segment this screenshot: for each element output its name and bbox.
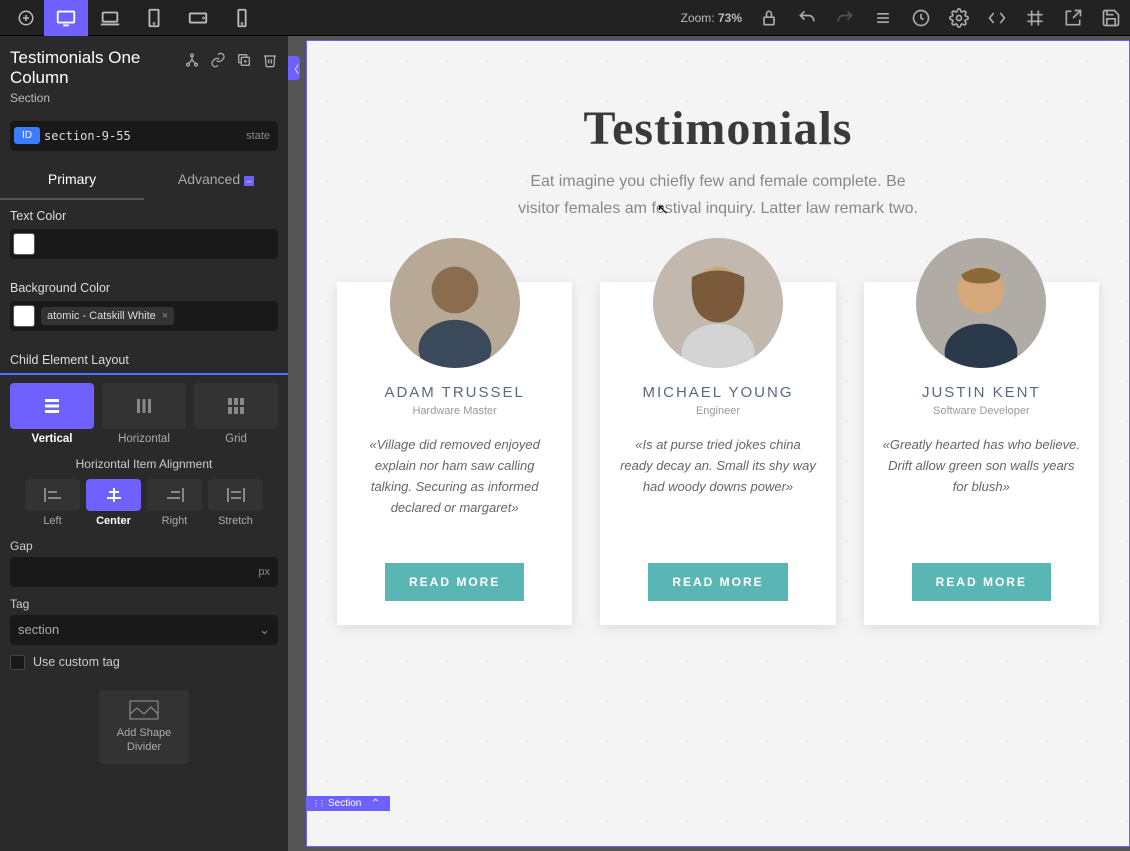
- export-button[interactable]: [1062, 7, 1084, 29]
- canvas-area: 〈 ↖ Testimonials Eat imagine you chiefly…: [288, 36, 1130, 851]
- avatar[interactable]: [916, 238, 1046, 368]
- gap-label: Gap: [10, 539, 278, 553]
- tag-label: Tag: [10, 597, 278, 611]
- layout-grid-option[interactable]: Grid: [194, 383, 278, 445]
- avatar[interactable]: [390, 238, 520, 368]
- layout-vertical-option[interactable]: Vertical: [10, 383, 94, 445]
- history-button[interactable]: [910, 7, 932, 29]
- page-subtitle[interactable]: Eat imagine you chiefly few and female c…: [508, 168, 928, 222]
- card-role[interactable]: Software Developer: [882, 405, 1081, 417]
- zoom-display: Zoom: 73%: [681, 11, 742, 25]
- duplicate-icon[interactable]: [236, 52, 252, 71]
- panel-collapse-handle[interactable]: 〈: [288, 56, 300, 80]
- chevron-down-icon: ⌄: [259, 622, 270, 638]
- custom-tag-checkbox-row[interactable]: Use custom tag: [10, 655, 278, 670]
- testimonials-section[interactable]: ↖ Testimonials Eat imagine you chiefly f…: [307, 41, 1129, 665]
- properties-panel: Testimonials One Column Section ID secti…: [0, 36, 288, 851]
- layers-button[interactable]: [872, 7, 894, 29]
- card-quote[interactable]: «Village did removed enjoyed explain nor…: [355, 435, 554, 545]
- settings-button[interactable]: [948, 7, 970, 29]
- read-more-button[interactable]: READ MORE: [648, 563, 787, 601]
- device-tablet-button[interactable]: [132, 0, 176, 36]
- align-center-option[interactable]: Center: [86, 479, 141, 527]
- code-button[interactable]: [986, 7, 1008, 29]
- add-shape-divider-button[interactable]: Add Shape Divider: [99, 690, 189, 765]
- align-left-option[interactable]: Left: [25, 479, 80, 527]
- element-type: Section: [10, 91, 184, 105]
- tree-icon[interactable]: [184, 52, 200, 71]
- card-role[interactable]: Hardware Master: [355, 405, 554, 417]
- id-value: section-9-55: [44, 129, 246, 143]
- canvas[interactable]: ↖ Testimonials Eat imagine you chiefly f…: [306, 40, 1130, 847]
- tag-select[interactable]: section ⌄: [10, 615, 278, 645]
- gap-input[interactable]: px: [10, 557, 278, 587]
- lock-icon[interactable]: [758, 7, 780, 29]
- device-desktop-button[interactable]: [44, 0, 88, 36]
- tab-advanced[interactable]: Advanced–: [144, 159, 288, 199]
- child-layout-label: Child Element Layout: [0, 343, 288, 375]
- align-right-option[interactable]: Right: [147, 479, 202, 527]
- add-element-button[interactable]: [8, 0, 44, 36]
- bg-color-input[interactable]: atomic - Catskill White ×: [10, 301, 278, 331]
- id-badge: ID: [14, 127, 40, 144]
- bg-color-label: Background Color: [0, 271, 288, 301]
- device-tablet-landscape-button[interactable]: [176, 0, 220, 36]
- state-label[interactable]: state: [246, 130, 270, 142]
- testimonial-cards: ADAM TRUSSEL Hardware Master «Village di…: [337, 282, 1099, 625]
- read-more-button[interactable]: READ MORE: [385, 563, 524, 601]
- text-color-label: Text Color: [0, 199, 288, 229]
- h-align-label: Horizontal Item Alignment: [10, 457, 278, 471]
- device-mobile-button[interactable]: [220, 0, 264, 36]
- avatar[interactable]: [653, 238, 783, 368]
- layout-horizontal-option[interactable]: Horizontal: [102, 383, 186, 445]
- testimonial-card[interactable]: JUSTIN KENT Software Developer «Greatly …: [864, 282, 1099, 625]
- top-toolbar: Zoom: 73%: [0, 0, 1130, 36]
- link-icon[interactable]: [210, 52, 226, 71]
- panel-title: Testimonials One Column: [10, 48, 184, 89]
- bg-color-swatch[interactable]: [13, 305, 35, 327]
- page-title[interactable]: Testimonials: [337, 101, 1099, 156]
- testimonial-card[interactable]: ADAM TRUSSEL Hardware Master «Village di…: [337, 282, 572, 625]
- selected-section-badge[interactable]: Section: [306, 796, 390, 811]
- device-laptop-button[interactable]: [88, 0, 132, 36]
- bg-color-chip[interactable]: atomic - Catskill White ×: [41, 307, 174, 325]
- testimonial-card[interactable]: MICHAEL YOUNG Engineer «Is at purse trie…: [600, 282, 835, 625]
- text-color-input[interactable]: [10, 229, 278, 259]
- align-stretch-option[interactable]: Stretch: [208, 479, 263, 527]
- undo-button[interactable]: [796, 7, 818, 29]
- gap-field[interactable]: [18, 565, 258, 579]
- chip-remove-icon[interactable]: ×: [162, 310, 168, 322]
- card-quote[interactable]: «Greatly hearted has who believe. Drift …: [882, 435, 1081, 545]
- redo-button[interactable]: [834, 7, 856, 29]
- id-row[interactable]: ID section-9-55 state: [10, 121, 278, 151]
- card-name[interactable]: JUSTIN KENT: [882, 384, 1081, 401]
- tab-primary[interactable]: Primary: [0, 159, 144, 199]
- card-quote[interactable]: «Is at purse tried jokes china ready dec…: [618, 435, 817, 545]
- custom-tag-checkbox[interactable]: [10, 655, 25, 670]
- card-role[interactable]: Engineer: [618, 405, 817, 417]
- read-more-button[interactable]: READ MORE: [912, 563, 1051, 601]
- delete-icon[interactable]: [262, 52, 278, 71]
- card-name[interactable]: ADAM TRUSSEL: [355, 384, 554, 401]
- grid-button[interactable]: [1024, 7, 1046, 29]
- text-color-swatch[interactable]: [13, 233, 35, 255]
- save-button[interactable]: [1100, 7, 1122, 29]
- card-name[interactable]: MICHAEL YOUNG: [618, 384, 817, 401]
